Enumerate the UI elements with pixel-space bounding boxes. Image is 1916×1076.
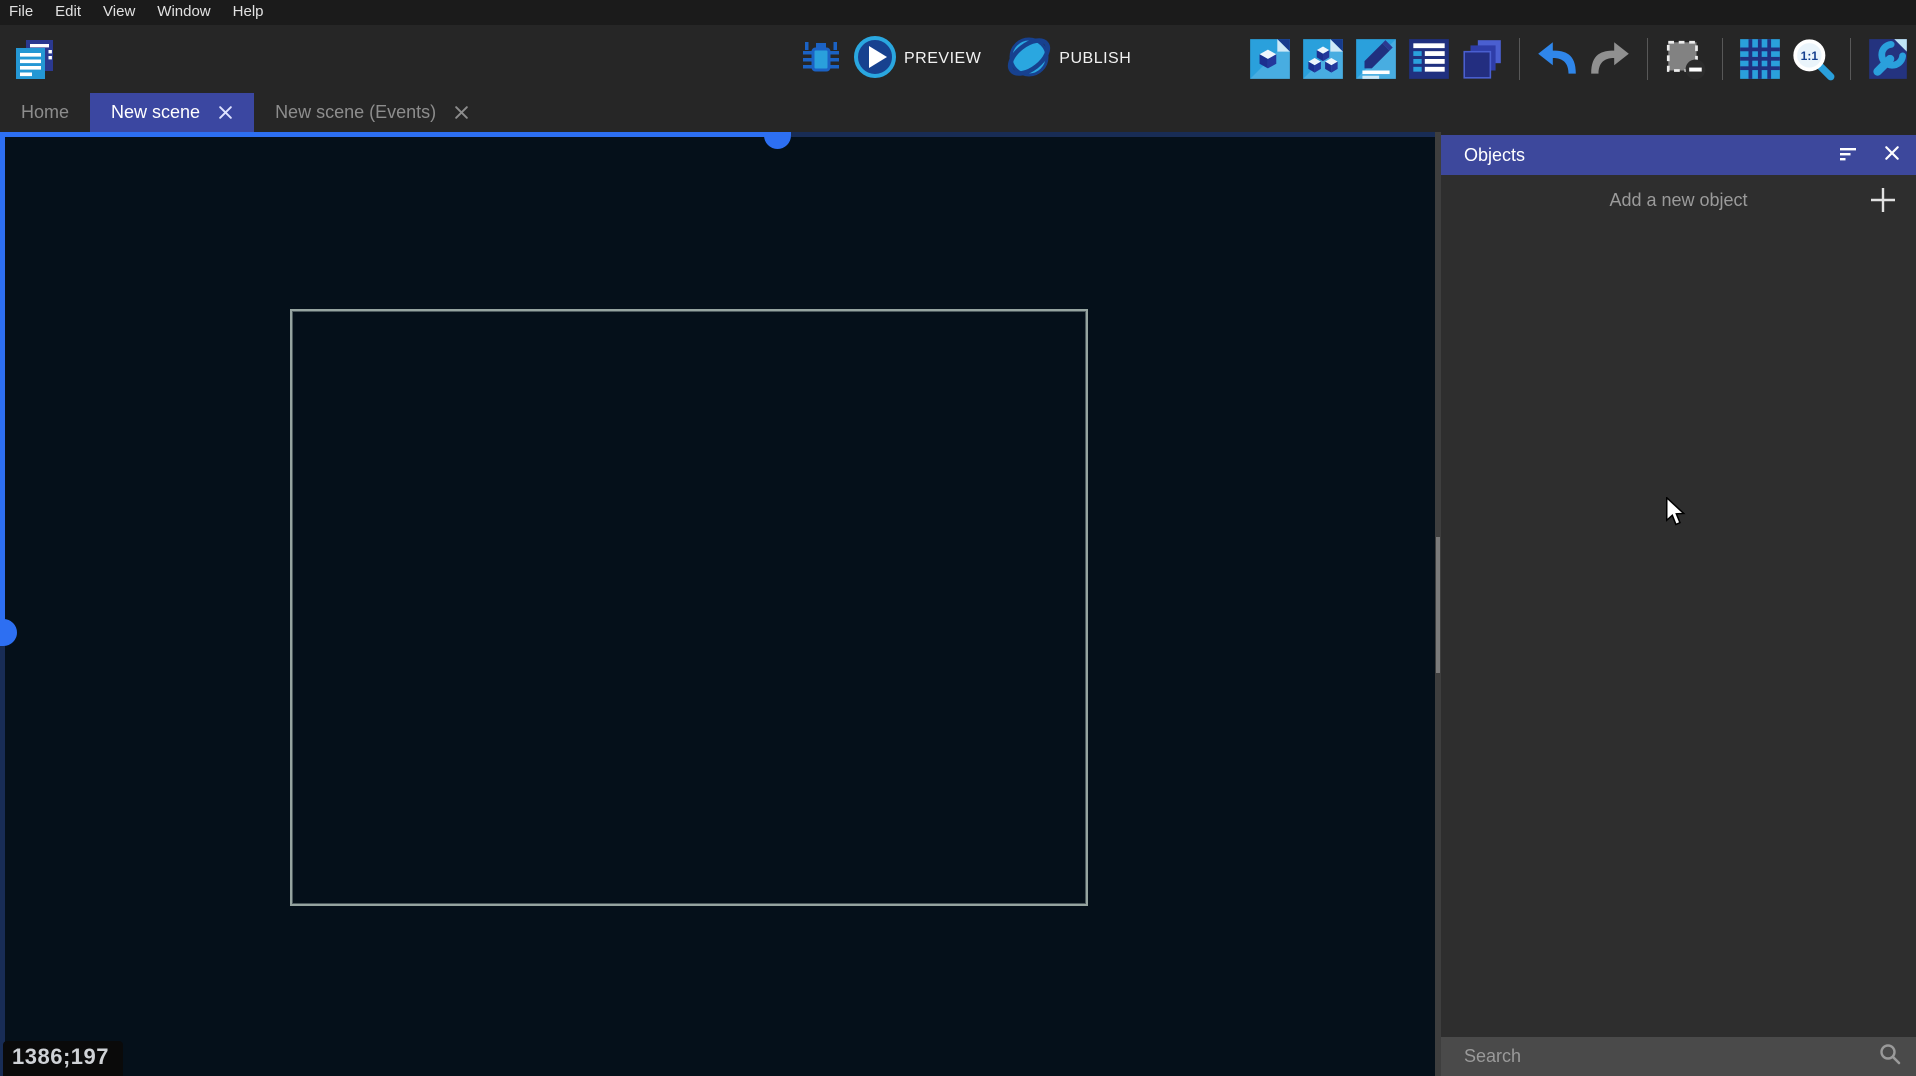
toolbar-separator — [1850, 38, 1851, 80]
properties-icon[interactable] — [1353, 36, 1399, 82]
canvas-top-scroll-handle[interactable] — [764, 132, 791, 149]
add-new-object-label: Add a new object — [1609, 190, 1747, 211]
canvas-left-scroll-track — [0, 645, 5, 1076]
objects-editor-icon[interactable] — [1247, 36, 1293, 82]
object-groups-icon[interactable] — [1300, 36, 1346, 82]
canvas-top-scroll-indicator — [0, 132, 778, 137]
zoom-1-1-icon[interactable]: 1:1 — [1790, 36, 1836, 82]
menu-help[interactable]: Help — [222, 1, 275, 24]
toolbar-separator — [1647, 38, 1648, 80]
delete-instances-icon[interactable] — [1662, 36, 1708, 82]
canvas-left-scroll-handle[interactable] — [0, 619, 17, 646]
publish-button[interactable]: PUBLISH — [1005, 33, 1145, 86]
filter-icon[interactable] — [1840, 145, 1858, 166]
scene-window-frame — [290, 309, 1088, 906]
close-icon[interactable] — [1884, 145, 1900, 166]
tab-label: New scene (Events) — [275, 102, 436, 123]
instances-list-icon[interactable] — [1406, 36, 1452, 82]
tab-label: Home — [21, 102, 69, 123]
layers-icon[interactable] — [1459, 36, 1505, 82]
objects-search-input[interactable] — [1464, 1046, 1878, 1067]
tab-new-scene-events[interactable]: New scene (Events) — [254, 93, 490, 132]
editor-tab-bar: Home New scene New scene (Events) — [0, 93, 1916, 132]
settings-icon[interactable] — [1865, 36, 1911, 82]
canvas-top-scroll-track — [791, 132, 1435, 137]
menu-view[interactable]: View — [92, 1, 146, 24]
tab-new-scene[interactable]: New scene — [90, 93, 254, 132]
tab-label: New scene — [111, 102, 200, 123]
toolbar-separator — [1519, 38, 1520, 80]
preview-button[interactable]: PREVIEW — [852, 34, 995, 85]
search-icon — [1878, 1042, 1902, 1071]
preview-play-icon — [852, 34, 898, 85]
scene-editor-canvas[interactable]: 1386;197 — [0, 132, 1435, 1076]
panel-scrollbar-thumb[interactable] — [1436, 537, 1440, 673]
objects-panel-title: Objects — [1464, 145, 1840, 166]
menu-bar: File Edit View Window Help — [0, 0, 1916, 25]
preview-label: PREVIEW — [904, 50, 981, 68]
tab-home[interactable]: Home — [0, 93, 90, 132]
debug-icon[interactable] — [800, 37, 842, 81]
canvas-left-scroll-indicator — [0, 132, 5, 632]
close-icon[interactable] — [218, 105, 233, 120]
objects-panel: Objects Add a new object — [1441, 132, 1916, 1076]
cursor-coordinates-readout: 1386;197 — [3, 1041, 123, 1076]
undo-icon[interactable] — [1534, 36, 1580, 82]
add-plus-icon[interactable] — [1870, 187, 1896, 218]
add-new-object-button[interactable]: Add a new object — [1441, 175, 1916, 225]
objects-panel-header: Objects — [1441, 135, 1916, 175]
menu-edit[interactable]: Edit — [44, 1, 92, 24]
menu-file[interactable]: File — [0, 1, 44, 24]
publish-globe-icon — [1005, 33, 1053, 86]
grid-icon[interactable] — [1737, 36, 1783, 82]
close-icon[interactable] — [454, 105, 469, 120]
redo-icon[interactable] — [1587, 36, 1633, 82]
toolbar-separator — [1722, 38, 1723, 80]
publish-label: PUBLISH — [1059, 50, 1131, 68]
project-manager-icon[interactable] — [12, 36, 56, 82]
main-toolbar: PREVIEW PUBLISH — [0, 25, 1916, 93]
objects-search-bar — [1441, 1037, 1916, 1076]
menu-window[interactable]: Window — [146, 1, 221, 24]
svg-text:1:1: 1:1 — [1801, 49, 1819, 63]
